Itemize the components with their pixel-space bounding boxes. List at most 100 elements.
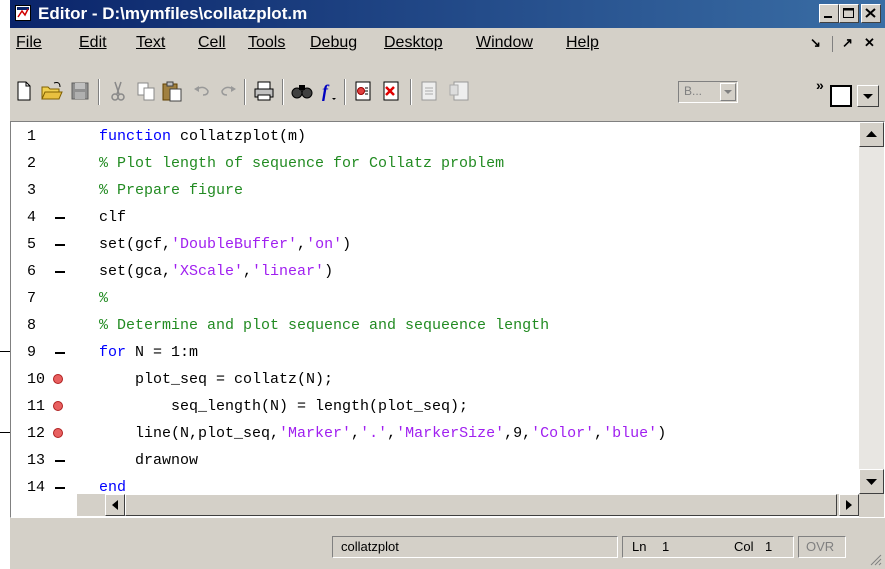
step-in-icon[interactable] — [448, 79, 472, 103]
code-comment: % Plot length of sequence for Collatz pr… — [99, 155, 505, 172]
code-text: clf — [99, 209, 127, 226]
code-line[interactable]: function collatzplot(m) — [99, 123, 306, 150]
status-col-value: 1 — [765, 539, 773, 554]
status-ln-label: Ln — [632, 539, 647, 554]
menu-file[interactable]: File — [16, 33, 42, 53]
status-ln-value: 1 — [662, 539, 670, 554]
horizontal-scrollbar[interactable] — [105, 494, 859, 516]
code-line[interactable]: plot_seq = collatz(N); — [99, 366, 333, 393]
title-bar[interactable]: Editor - D:\mymfiles\collatzplot.m — [10, 0, 885, 28]
horizontal-scroll-thumb[interactable] — [125, 494, 837, 516]
menu-text[interactable]: Text — [136, 33, 165, 53]
code-string: 'Color' — [531, 425, 595, 442]
code-string: 'on' — [306, 236, 343, 253]
maximize-button[interactable] — [839, 4, 859, 23]
code-line[interactable]: set(gcf,'DoubleBuffer','on') — [99, 231, 351, 258]
scroll-right-button[interactable] — [839, 494, 859, 516]
code-string: 'blue' — [603, 425, 658, 442]
find-icon[interactable] — [290, 79, 314, 103]
code-editor[interactable]: 1 2 3 4 5 6 7 8 9 10 11 12 13 14 function collatzplot… — [10, 121, 885, 518]
undock-arrow-icon[interactable]: ↗ — [842, 35, 853, 51]
code-text: ) — [657, 425, 667, 442]
code-line[interactable]: % Prepare figure — [99, 177, 243, 204]
code-text: , — [387, 425, 397, 442]
toolbar-separator — [98, 79, 100, 105]
toolbar-dropdown-button[interactable] — [857, 85, 879, 107]
menu-bar: File Edit Text Cell Tools Debug Desktop … — [10, 28, 885, 59]
menu-tools[interactable]: Tools — [248, 33, 285, 53]
scroll-down-button[interactable] — [859, 469, 884, 494]
code-line[interactable]: for N = 1:m — [99, 339, 198, 366]
menu-window[interactable]: Window — [476, 33, 533, 53]
vertical-scrollbar[interactable] — [859, 122, 884, 494]
toolbar-overflow-icon[interactable]: » — [816, 77, 824, 93]
code-text: seq_length(N) = length(plot_seq); — [99, 398, 469, 415]
code-text: ) — [324, 263, 334, 280]
code-line[interactable]: % — [99, 285, 108, 312]
menu-debug[interactable]: Debug — [310, 33, 357, 53]
save-icon[interactable] — [68, 79, 92, 103]
code-line[interactable]: clf — [99, 204, 126, 231]
menu-help[interactable]: Help — [566, 33, 599, 53]
cut-icon[interactable] — [106, 79, 130, 103]
resize-grip-icon[interactable] — [868, 552, 882, 566]
close-document-icon[interactable]: ✕ — [864, 35, 875, 51]
code-text: , — [351, 425, 361, 442]
toolbar-separator — [410, 79, 412, 105]
status-ovr-field: OVR — [798, 536, 846, 558]
code-line[interactable]: % Plot length of sequence for Collatz pr… — [99, 150, 504, 177]
print-icon[interactable] — [252, 79, 276, 103]
code-text: , — [297, 236, 307, 253]
status-position-field: Ln 1 Col 1 — [622, 536, 794, 558]
stack-combo-value: B... — [684, 84, 703, 98]
editor-window: Editor - D:\mymfiles\collatzplot.m File … — [10, 0, 885, 569]
step-icon[interactable] — [418, 79, 442, 103]
menu-cell[interactable]: Cell — [198, 33, 226, 53]
scroll-left-button[interactable] — [105, 494, 125, 516]
dock-arrow-icon[interactable]: ↘ — [810, 35, 821, 51]
editor-app-icon[interactable] — [15, 5, 31, 21]
code-string: 'XScale' — [171, 263, 244, 280]
scrollbar-spacer — [77, 494, 105, 516]
code-area[interactable]: function collatzplot(m) % Plot length of … — [11, 122, 859, 496]
chevron-down-icon — [863, 94, 873, 99]
code-comment: % Prepare figure — [99, 182, 244, 199]
code-line[interactable]: % Determine and plot sequence and sequee… — [99, 312, 549, 339]
chevron-right-icon — [846, 500, 852, 510]
code-line[interactable]: set(gca,'XScale','linear') — [99, 258, 333, 285]
svg-text:f: f — [322, 81, 330, 101]
code-comment: % — [99, 290, 109, 307]
menu-desktop[interactable]: Desktop — [384, 33, 443, 53]
clear-breakpoint-icon[interactable] — [380, 79, 404, 103]
code-string: 'linear' — [252, 263, 325, 280]
window-title: Editor - D:\mymfiles\collatzplot.m — [38, 4, 308, 23]
copy-icon[interactable] — [134, 79, 158, 103]
redo-icon[interactable] — [216, 79, 240, 103]
toolbar-separator — [244, 79, 246, 105]
stack-combo[interactable]: B... — [678, 81, 738, 103]
code-string: 'MarkerSize' — [396, 425, 505, 442]
chevron-left-icon — [112, 500, 118, 510]
menu-edit[interactable]: Edit — [79, 33, 107, 53]
code-line[interactable]: line(N,plot_seq,'Marker','.','MarkerSize… — [99, 420, 666, 447]
close-button[interactable] — [861, 4, 881, 23]
function-icon[interactable]: f — [316, 79, 340, 103]
set-breakpoint-icon[interactable] — [352, 79, 376, 103]
code-line[interactable]: seq_length(N) = length(plot_seq); — [99, 393, 468, 420]
code-text: drawnow — [99, 452, 199, 469]
chevron-down-icon[interactable] — [720, 83, 736, 101]
code-line[interactable]: drawnow — [99, 447, 198, 474]
new-file-icon[interactable] — [12, 79, 36, 103]
minimize-button[interactable] — [819, 4, 839, 23]
code-string: 'DoubleBuffer' — [171, 236, 298, 253]
code-text: N = 1:m — [126, 344, 199, 361]
scroll-up-button[interactable] — [859, 122, 884, 147]
code-text: collatzplot(m) — [171, 128, 307, 145]
paste-icon[interactable] — [160, 79, 184, 103]
undo-icon[interactable] — [190, 79, 214, 103]
status-function-field: collatzplot — [332, 536, 618, 558]
open-folder-icon[interactable] — [40, 79, 64, 103]
breakpoint-toggle-checkbox[interactable] — [830, 85, 852, 107]
chevron-up-icon — [866, 131, 877, 137]
code-text: line(N,plot_seq, — [99, 425, 280, 442]
